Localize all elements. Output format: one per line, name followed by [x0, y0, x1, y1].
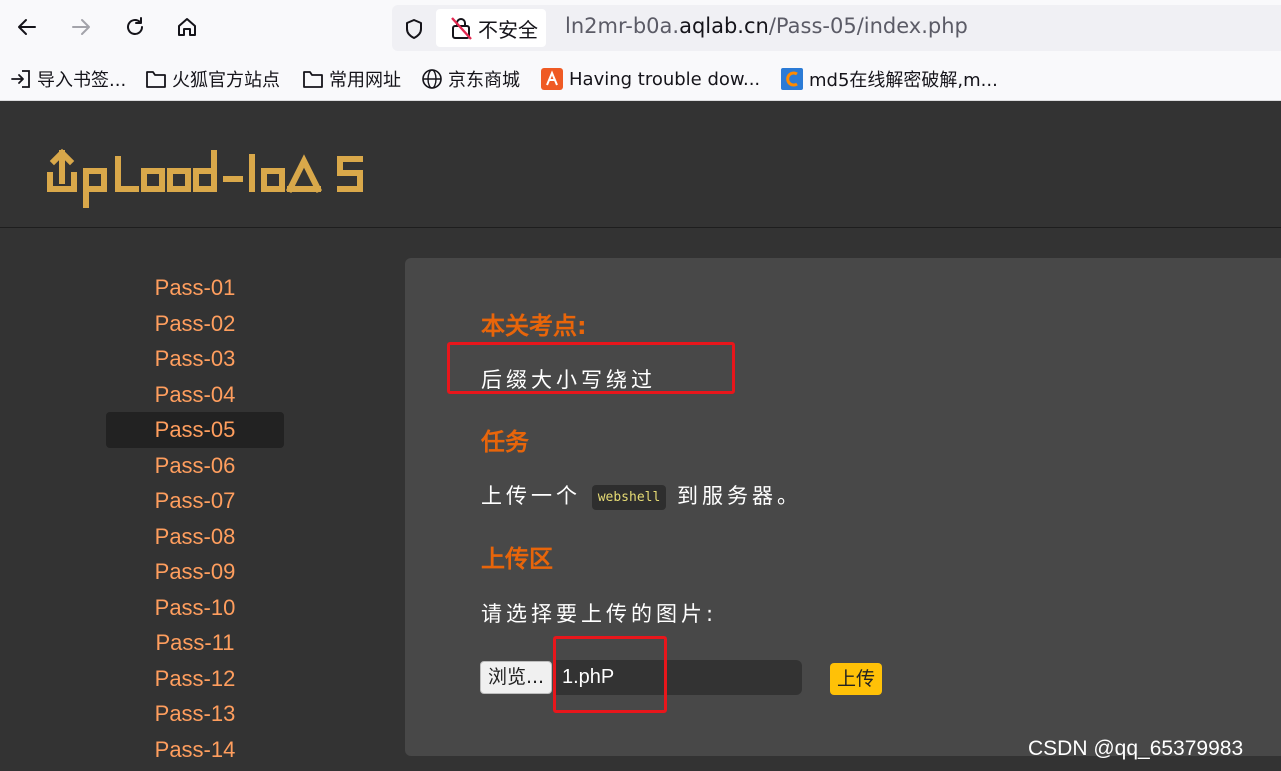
pass-sidebar: Pass-01 Pass-02 Pass-03 Pass-04 Pass-05 … — [106, 270, 284, 767]
sidebar-item-pass-04[interactable]: Pass-04 — [106, 377, 284, 413]
sidebar-item-pass-10[interactable]: Pass-10 — [106, 590, 284, 626]
bookmark-jd[interactable]: 京东商城 — [421, 66, 520, 92]
sidebar-item-pass-08[interactable]: Pass-08 — [106, 519, 284, 555]
main-panel: 本关考点: 后缀大小写绕过 任务 上传一个 webshell 到服务器。 上传区… — [405, 258, 1281, 756]
url-text[interactable]: ln2mr-b0a.aqlab.cn/Pass-05/index.php — [565, 14, 968, 38]
choose-file-label: 请选择要上传的图片: — [481, 602, 718, 626]
site-favicon — [781, 68, 803, 90]
upload-heading: 上传区 — [481, 545, 553, 573]
task-code: webshell — [591, 484, 667, 510]
sidebar-item-pass-11[interactable]: Pass-11 — [106, 625, 284, 661]
arrow-right-icon — [72, 19, 90, 35]
sidebar-item-pass-12[interactable]: Pass-12 — [106, 661, 284, 697]
bookmark-common-sites[interactable]: 常用网址 — [302, 66, 401, 92]
folder-icon — [146, 71, 166, 88]
address-bar[interactable]: 不安全 ln2mr-b0a.aqlab.cn/Pass-05/index.php — [392, 5, 1281, 51]
bookmark-md5[interactable]: md5在线解密破解,m... — [780, 66, 998, 92]
sidebar-item-pass-14[interactable]: Pass-14 — [106, 732, 284, 768]
insecure-lock-icon — [451, 17, 472, 40]
sidebar-item-pass-07[interactable]: Pass-07 — [106, 483, 284, 519]
security-label: 不安全 — [478, 17, 538, 42]
home-icon — [178, 18, 196, 36]
site-logo[interactable] — [46, 145, 388, 209]
task-text: 上传一个 webshell 到服务器。 — [481, 484, 802, 510]
sidebar-item-pass-03[interactable]: Pass-03 — [106, 341, 284, 377]
browse-button[interactable]: 浏览... — [480, 661, 552, 694]
security-indicator[interactable]: 不安全 — [436, 9, 546, 47]
csdn-watermark: CSDN @qq_65379983 — [1028, 737, 1244, 760]
home-button[interactable] — [172, 12, 202, 42]
forward-button[interactable] — [66, 12, 96, 42]
bookmark-firefox-sites[interactable]: 火狐官方站点 — [145, 66, 280, 92]
import-icon — [11, 70, 30, 88]
reload-icon — [127, 17, 143, 35]
reload-button[interactable] — [120, 12, 150, 42]
bookmark-import[interactable]: 导入书签... — [10, 66, 126, 92]
bookmark-having-trouble[interactable]: Having trouble dow... — [540, 66, 760, 92]
site-header — [0, 101, 1281, 228]
globe-icon — [422, 69, 442, 89]
bookmarks-bar: 导入书签... 火狐官方站点 常用网址 京东商城 Having trouble … — [0, 58, 1281, 101]
sidebar-item-pass-02[interactable]: Pass-02 — [106, 306, 284, 342]
folder-icon — [303, 71, 323, 88]
selected-file-name[interactable]: 1.phP — [555, 660, 802, 695]
sidebar-item-pass-01[interactable]: Pass-01 — [106, 270, 284, 306]
sidebar-item-pass-13[interactable]: Pass-13 — [106, 696, 284, 732]
back-button[interactable] — [12, 12, 42, 42]
upload-button[interactable]: 上传 — [830, 663, 882, 695]
shield-icon[interactable] — [402, 17, 426, 41]
site-favicon — [541, 68, 563, 90]
topic-text: 后缀大小写绕过 — [481, 368, 656, 392]
browser-toolbar: 不安全 ln2mr-b0a.aqlab.cn/Pass-05/index.php — [0, 0, 1281, 58]
topic-heading: 本关考点: — [481, 312, 587, 340]
sidebar-item-pass-05[interactable]: Pass-05 — [106, 412, 284, 448]
sidebar-item-pass-06[interactable]: Pass-06 — [106, 448, 284, 484]
task-heading: 任务 — [481, 428, 529, 456]
arrow-left-icon — [18, 19, 36, 35]
sidebar-item-pass-09[interactable]: Pass-09 — [106, 554, 284, 590]
